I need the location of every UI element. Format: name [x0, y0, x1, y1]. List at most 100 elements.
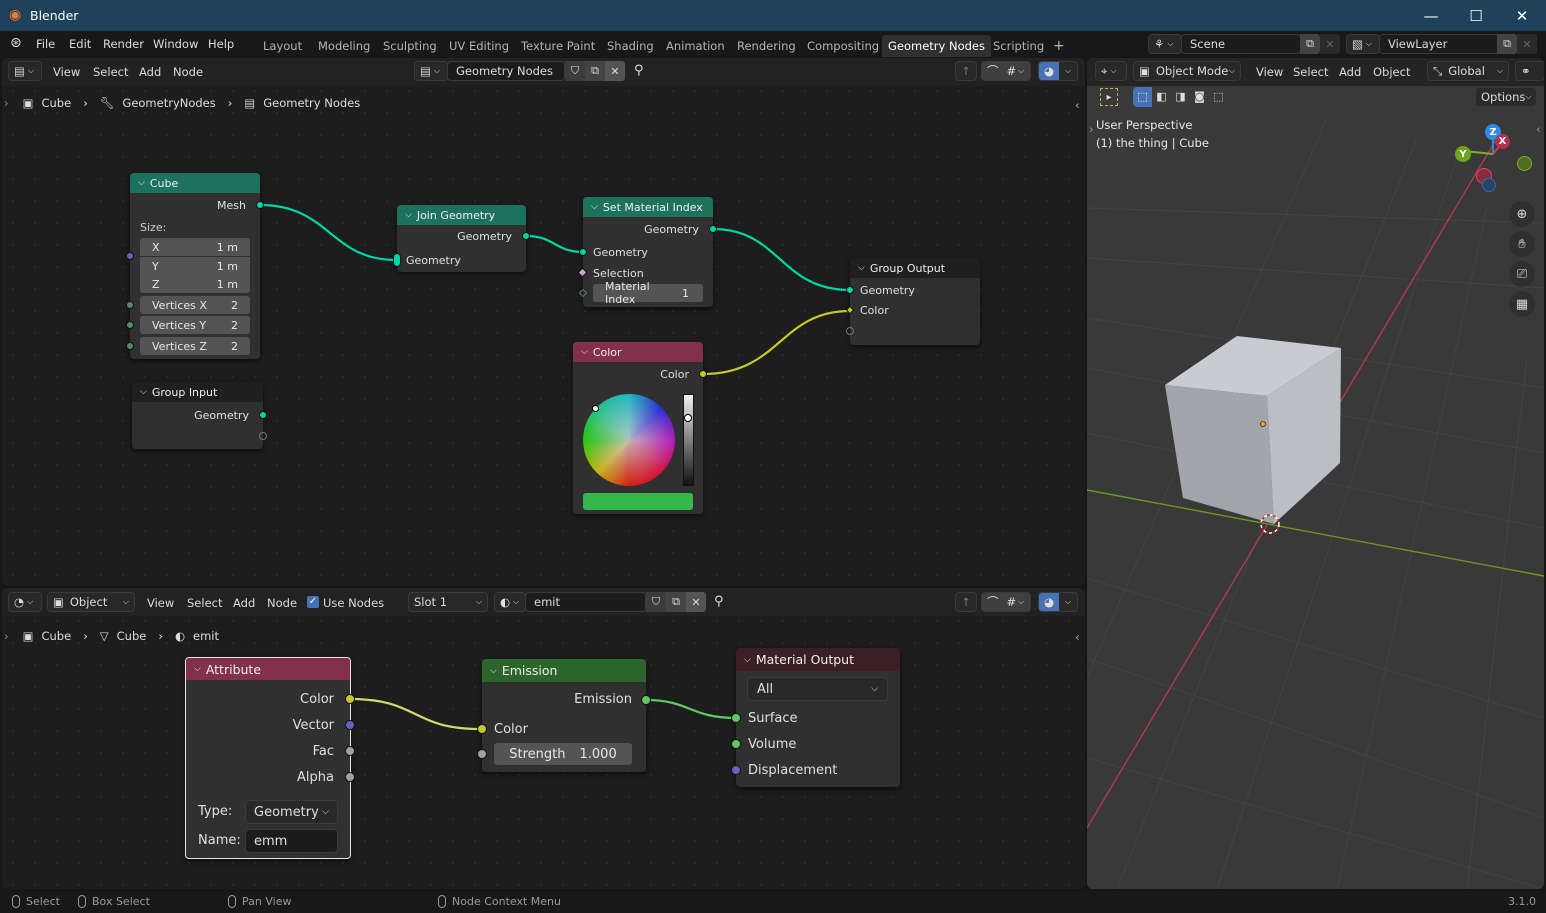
shader-editor-type-button[interactable]: ◔ ⌵ — [8, 592, 42, 612]
new-viewlayer-icon[interactable]: ⧉ — [1497, 34, 1517, 54]
attribute-node[interactable]: ⌵ Attribute Color Vector Fac Alpha Type: … — [185, 657, 355, 859]
snap-toggle[interactable]: ⌒ # ⌵ — [981, 592, 1031, 612]
pin-icon[interactable]: ⚲ — [714, 594, 724, 609]
tab-rendering[interactable]: Rendering — [731, 35, 802, 57]
editor-type-button[interactable]: ▤ ⌵ — [8, 61, 42, 81]
scene-name-field[interactable]: Scene — [1181, 34, 1301, 54]
blender-menu-icon[interactable]: ⊛ — [10, 35, 22, 51]
tab-geometry-nodes[interactable]: Geometry Nodes — [882, 35, 992, 57]
size-x-field[interactable]: X 1 m — [140, 238, 250, 256]
gizmo-y-axis[interactable]: Y — [1455, 146, 1471, 162]
collapse-chevron-icon[interactable]: ⌵ — [591, 202, 598, 212]
viewport-menu-object[interactable]: Object — [1373, 65, 1410, 79]
surface-socket[interactable] — [731, 713, 741, 723]
parent-node-tree-icon[interactable]: ↑ — [955, 61, 977, 81]
shader-menu-select[interactable]: Select — [187, 596, 222, 610]
delete-scene-icon[interactable]: ✕ — [1320, 34, 1340, 54]
attribute-alpha-socket[interactable] — [345, 772, 355, 782]
group-input-header[interactable]: ⌵ Group Input — [132, 382, 263, 402]
join-multi-input-socket[interactable] — [393, 253, 401, 267]
collapse-chevron-icon[interactable]: ⌵ — [581, 347, 588, 357]
menu-render[interactable]: Render — [103, 37, 144, 51]
gizmo-x-axis[interactable]: X — [1495, 134, 1510, 149]
cube-node[interactable]: ⌵ Cube Mesh Size: X 1 m Y 1 m Z 1 m Vertices… — [126, 173, 264, 359]
select-tool-icon[interactable]: ▸ — [1100, 88, 1118, 106]
fake-user-shield-icon[interactable]: ⛉ — [646, 592, 666, 612]
gizmo-neg-y-axis[interactable] — [1517, 156, 1532, 171]
sidebar-toggle-icon[interactable]: ‹ — [1536, 122, 1541, 136]
select-extend-icon[interactable]: ◧ — [1152, 87, 1171, 107]
viewlayer-name-field[interactable]: ViewLayer — [1379, 34, 1499, 54]
overlays-toggle[interactable]: ◕ ⌵ — [1038, 61, 1078, 81]
emission-output-socket[interactable] — [641, 695, 651, 705]
vertices-z-socket[interactable] — [126, 342, 134, 350]
fake-user-shield-icon[interactable]: ⛉ — [565, 61, 585, 81]
join-geometry-node[interactable]: ⌵ Join Geometry Geometry Geometry — [393, 205, 530, 272]
duplicate-material-icon[interactable]: ⧉ — [666, 592, 686, 612]
tab-modeling[interactable]: Modeling — [312, 35, 376, 57]
group-input-geometry-socket[interactable] — [259, 411, 267, 419]
group-output-empty-socket[interactable] — [846, 327, 854, 335]
sidebar-toggle-icon[interactable]: ‹ — [1075, 98, 1080, 112]
group-output-geometry-socket[interactable] — [846, 286, 854, 294]
use-nodes-checkbox[interactable]: ✓ — [307, 596, 319, 608]
menu-window[interactable]: Window — [153, 37, 198, 51]
join-output-socket[interactable] — [522, 232, 530, 240]
pan-hand-icon[interactable]: ✋︎ — [1509, 231, 1535, 257]
select-subtract-icon[interactable]: ◨ — [1171, 87, 1190, 107]
attribute-color-socket[interactable] — [345, 694, 355, 704]
size-y-field[interactable]: Y 1 m — [140, 257, 250, 275]
material-output-header[interactable]: ⌵ Material Output — [736, 648, 900, 671]
delete-viewlayer-icon[interactable]: ✕ — [1517, 34, 1537, 54]
pin-icon[interactable]: ⚲ — [634, 63, 644, 78]
collapse-chevron-icon[interactable]: ⌵ — [405, 210, 412, 220]
color-node-header[interactable]: ⌵ Color — [573, 342, 703, 362]
collapse-chevron-icon[interactable]: ⌵ — [858, 263, 865, 273]
tab-compositing[interactable]: Compositing — [801, 35, 885, 57]
menu-file[interactable]: File — [36, 37, 55, 51]
color-output-socket[interactable] — [699, 370, 707, 378]
3d-viewport[interactable]: ⌖ ⌵ ▣ Object Mode ⌵ View Select Add Object … — [1087, 58, 1544, 889]
emission-strength-socket[interactable] — [477, 749, 487, 759]
collapse-chevron-icon[interactable]: ⌵ — [744, 655, 751, 665]
group-input-empty-socket[interactable] — [259, 432, 267, 440]
tab-scripting[interactable]: Scripting — [987, 35, 1050, 57]
transform-orientation-dropdown[interactable]: ⤡ Global ⌵ — [1427, 61, 1509, 81]
parent-node-tree-icon[interactable]: ↑ — [955, 592, 977, 612]
scene-browse-button[interactable]: ⚘ ⌵ — [1148, 34, 1182, 54]
geo-menu-view[interactable]: View — [53, 65, 80, 79]
select-new-icon[interactable]: ⬚ — [1133, 87, 1152, 107]
viewport-editor-type-button[interactable]: ⌖ ⌵ — [1095, 61, 1127, 81]
attribute-header[interactable]: ⌵ Attribute — [186, 658, 350, 680]
set-material-index-node[interactable]: ⌵ Set Material Index Geometry Geometry Se… — [577, 197, 717, 307]
geo-menu-select[interactable]: Select — [93, 65, 128, 79]
color-swatch[interactable] — [583, 493, 693, 510]
use-nodes-label[interactable]: Use Nodes — [323, 596, 384, 610]
unlink-node-group-icon[interactable]: ✕ — [605, 61, 625, 81]
volume-socket[interactable] — [731, 739, 741, 749]
emission-color-socket[interactable] — [477, 724, 487, 734]
geo-menu-node[interactable]: Node — [173, 65, 203, 79]
vertices-y-socket[interactable] — [126, 321, 134, 329]
sidebar-expand-icon[interactable]: › — [4, 629, 9, 643]
menu-edit[interactable]: Edit — [69, 37, 91, 51]
shader-menu-view[interactable]: View — [147, 596, 174, 610]
mesh-output-socket[interactable] — [256, 201, 264, 209]
snap-toggle[interactable]: ⌒ # ⌵ — [981, 61, 1031, 81]
value-slider-handle[interactable] — [684, 414, 692, 422]
attribute-type-dropdown[interactable]: Geometry ⌵ — [245, 800, 338, 824]
geo-menu-add[interactable]: Add — [139, 65, 161, 79]
object-mode-dropdown[interactable]: ▣ Object Mode ⌵ — [1133, 61, 1241, 81]
viewport-menu-add[interactable]: Add — [1339, 65, 1361, 79]
select-intersect-icon[interactable]: ⬚ — [1209, 87, 1228, 107]
minimize-button[interactable]: — — [1408, 0, 1454, 31]
tab-animation[interactable]: Animation — [660, 35, 731, 57]
join-geometry-header[interactable]: ⌵ Join Geometry — [397, 205, 526, 225]
node-group-browse-button[interactable]: ▤ ⌵ — [414, 61, 448, 81]
group-output-header[interactable]: ⌵ Group Output — [850, 258, 980, 278]
set-material-output-socket[interactable] — [709, 225, 717, 233]
tab-shading[interactable]: Shading — [601, 35, 660, 57]
attribute-vector-socket[interactable] — [345, 720, 355, 730]
duplicate-node-group-icon[interactable]: ⧉ — [585, 61, 605, 81]
shader-menu-node[interactable]: Node — [267, 596, 297, 610]
